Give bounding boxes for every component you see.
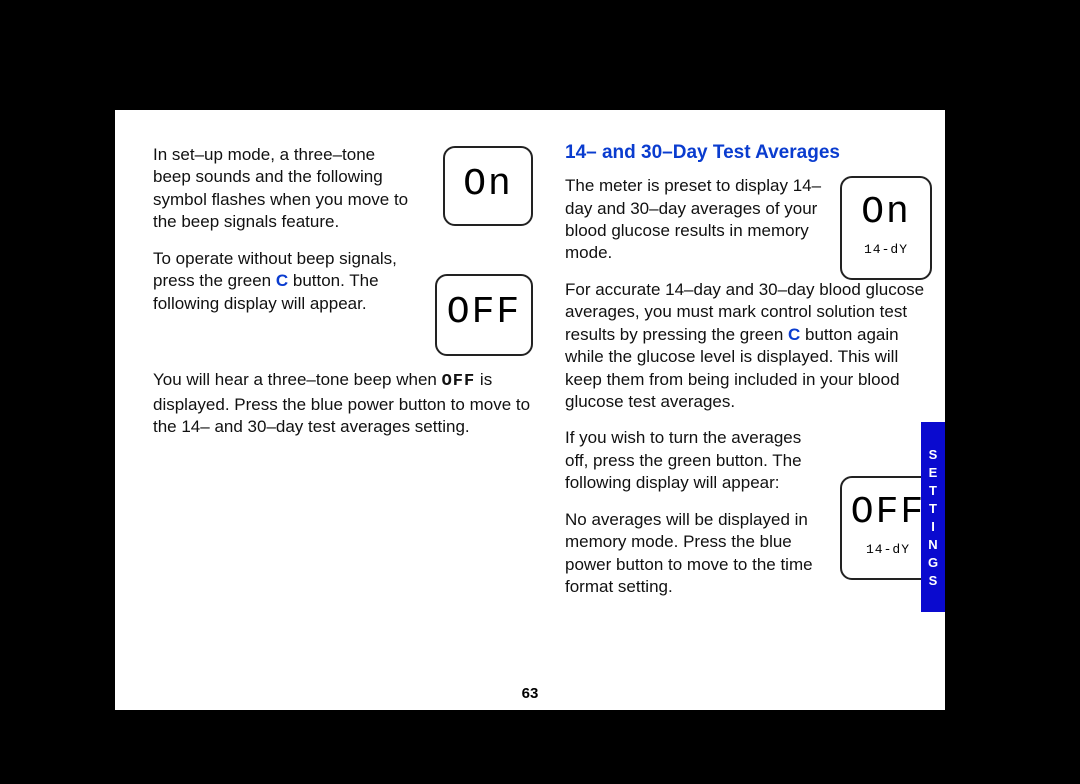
side-tab-settings: SETTINGS	[921, 422, 945, 612]
para-preset: The meter is preset to display 14–day an…	[565, 175, 835, 265]
c-button-ref: C	[276, 271, 288, 290]
para-off-beep: You will hear a three–tone beep when OFF…	[153, 369, 533, 438]
page-content: In set–up mode, a three–tone beep sounds…	[115, 110, 945, 710]
lcd-on-right-text: On	[842, 178, 930, 232]
lcd-off-left-text: OFF	[437, 276, 531, 332]
c-button-ref-2: C	[788, 325, 800, 344]
para-beep-off: To operate without beep signals, press t…	[153, 248, 413, 315]
para-beep-intro: In set–up mode, a three–tone beep sounds…	[153, 144, 413, 234]
para-off-a: You will hear a three–tone beep when	[153, 370, 442, 389]
lcd-on-left-text: On	[445, 148, 531, 204]
page-number: 63	[115, 685, 945, 702]
para-turn-off: If you wish to turn the averages off, pr…	[565, 427, 827, 494]
manual-page: In set–up mode, a three–tone beep sounds…	[115, 110, 945, 710]
lcd-box-on-left: On	[443, 146, 533, 226]
lcd-word-off: OFF	[442, 372, 476, 391]
lcd-box-off-left: OFF	[435, 274, 533, 356]
para-no-avg: No averages will be displayed in memory …	[565, 509, 827, 599]
lcd-box-on-right: On 14-dY	[840, 176, 932, 280]
para-accurate: For accurate 14–day and 30–day blood glu…	[565, 279, 935, 414]
lcd-on-right-sub: 14-dY	[842, 242, 930, 257]
section-title: 14– and 30–Day Test Averages	[565, 140, 935, 165]
